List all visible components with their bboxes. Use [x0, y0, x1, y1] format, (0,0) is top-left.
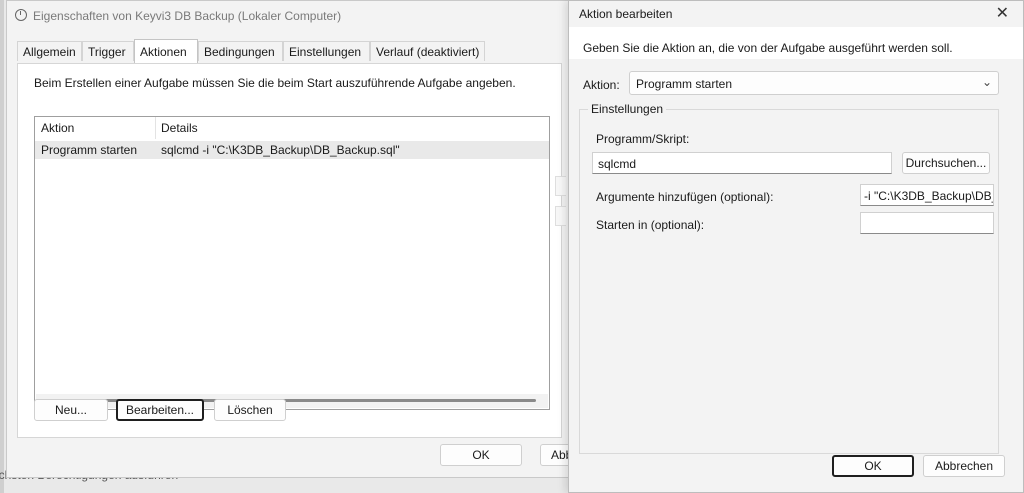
intro-text: Beim Erstellen einer Aufgabe müssen Sie … [34, 76, 516, 90]
chevron-down-icon: ⌄ [981, 75, 992, 89]
program-input-value: sqlcmd [598, 157, 637, 171]
tab-conditions[interactable]: Bedingungen [198, 41, 283, 61]
action-dropdown-value: Programm starten [636, 77, 733, 91]
start-in-label: Starten in (optional): [596, 218, 705, 232]
ok-button[interactable]: OK [832, 455, 914, 477]
tab-actions[interactable]: Aktionen [134, 39, 198, 63]
actions-table: Aktion Details Programm starten sqlcmd -… [34, 116, 550, 410]
move-up-button[interactable] [555, 176, 566, 196]
column-header-details[interactable]: Details [161, 121, 198, 135]
background-divider [0, 0, 4, 493]
arguments-input-value: -i "C:\K3DB_Backup\DB_ [864, 189, 994, 203]
program-label: Programm/Skript: [596, 132, 690, 146]
tab-general[interactable]: Allgemein [17, 41, 82, 61]
clock-icon [15, 9, 27, 21]
window-title: Eigenschaften von Keyvi3 DB Backup (Loka… [33, 9, 342, 23]
actions-panel: Beim Erstellen einer Aufgabe müssen Sie … [17, 63, 562, 438]
cell-details: sqlcmd -i "C:\K3DB_Backup\DB_Backup.sql" [161, 143, 400, 157]
tab-settings[interactable]: Einstellungen [283, 41, 370, 61]
action-label: Aktion: [583, 78, 620, 92]
instruction-text: Geben Sie die Aktion an, die von der Auf… [583, 41, 953, 55]
instruction-area: Geben Sie die Aktion an, die von der Auf… [569, 27, 1023, 59]
tab-trigger[interactable]: Trigger [82, 41, 134, 61]
title-bar: Eigenschaften von Keyvi3 DB Backup (Loka… [7, 1, 572, 31]
edit-action-dialog: Aktion bearbeiten ✕ Geben Sie die Aktion… [568, 0, 1024, 493]
browse-button[interactable]: Durchsuchen... [902, 152, 990, 174]
task-properties-dialog: Eigenschaften von Keyvi3 DB Backup (Loka… [6, 0, 580, 478]
start-in-input[interactable] [860, 212, 994, 234]
cancel-button[interactable]: Abbrechen [923, 455, 1005, 477]
ok-button[interactable]: OK [440, 444, 522, 466]
close-icon[interactable]: ✕ [996, 3, 1009, 23]
horizontal-scrollbar[interactable] [36, 394, 548, 408]
arguments-label: Argumente hinzufügen (optional): [596, 190, 774, 204]
settings-group: Einstellungen Programm/Skript: sqlcmd Du… [579, 102, 999, 454]
arguments-input[interactable]: -i "C:\K3DB_Backup\DB_ [860, 184, 994, 206]
move-down-button[interactable] [555, 206, 566, 226]
settings-legend: Einstellungen [588, 102, 667, 116]
action-dropdown[interactable]: Programm starten ⌄ [629, 71, 999, 95]
delete-button[interactable]: Löschen [214, 399, 286, 421]
new-button[interactable]: Neu... [34, 399, 108, 421]
cell-action: Programm starten [41, 143, 138, 157]
dialog-title: Aktion bearbeiten [579, 7, 673, 21]
edit-button[interactable]: Bearbeiten... [116, 399, 204, 421]
program-input[interactable]: sqlcmd [592, 152, 892, 174]
column-separator[interactable] [155, 117, 156, 139]
table-row[interactable]: Programm starten sqlcmd -i "C:\K3DB_Back… [35, 141, 549, 159]
column-header-action[interactable]: Aktion [41, 121, 74, 135]
tab-history[interactable]: Verlauf (deaktiviert) [370, 41, 485, 61]
table-header: Aktion Details [35, 117, 549, 139]
